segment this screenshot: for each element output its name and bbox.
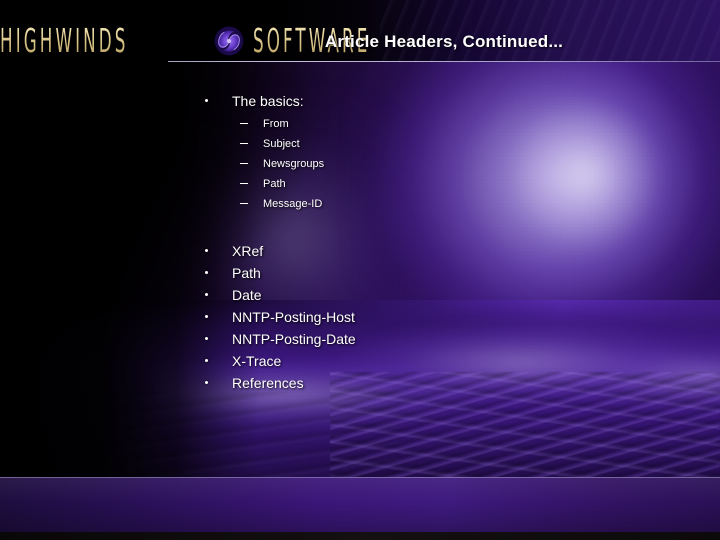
bullet-dot-icon bbox=[205, 359, 208, 362]
bullet-item-path: Path bbox=[0, 262, 720, 284]
bullet-dash-icon bbox=[240, 123, 248, 124]
bullet-label: Path bbox=[232, 265, 261, 281]
bullet-label: X-Trace bbox=[232, 353, 282, 369]
page-title: Article Headers, Continued... bbox=[324, 32, 564, 51]
sub-bullet-item-newsgroups: Newsgroups bbox=[0, 154, 720, 174]
bullet-dash-icon bbox=[240, 203, 248, 204]
bullet-group-spacer bbox=[0, 214, 720, 240]
sub-bullet-item-subject: Subject bbox=[0, 134, 720, 154]
bullet-dot-icon bbox=[205, 381, 208, 384]
bullet-dot-icon bbox=[205, 249, 208, 252]
bullet-item-date: Date bbox=[0, 284, 720, 306]
sub-bullet-label: Path bbox=[263, 178, 286, 190]
bullet-dash-icon bbox=[240, 183, 248, 184]
bullet-item-nntp-posting-date: NNTP-Posting-Date bbox=[0, 328, 720, 350]
bullet-dot-icon bbox=[205, 315, 208, 318]
sub-bullet-label: Message-ID bbox=[263, 198, 323, 210]
bullet-dot-icon bbox=[205, 99, 208, 102]
presentation-slide: HIGHWINDS SOFTWARE Article Headers, Cont… bbox=[0, 0, 720, 540]
sub-bullet-label: From bbox=[263, 118, 289, 130]
bullet-label: Date bbox=[232, 287, 262, 303]
slide-footer-band bbox=[0, 477, 720, 533]
header-divider-rule bbox=[168, 61, 720, 62]
bullet-item-nntp-posting-host: NNTP-Posting-Host bbox=[0, 306, 720, 328]
bullet-dash-icon bbox=[240, 143, 248, 144]
sub-bullet-item-message-id: Message-ID bbox=[0, 194, 720, 214]
bullet-list-sub: From Subject Newsgroups Path Message-ID bbox=[0, 114, 720, 214]
bullet-list-primary: The basics: bbox=[0, 90, 720, 112]
sub-bullet-label: Subject bbox=[263, 138, 300, 150]
bullet-label: NNTP-Posting-Host bbox=[232, 309, 355, 325]
footer-band-sheen bbox=[0, 478, 720, 533]
bullet-item-x-trace: X-Trace bbox=[0, 350, 720, 372]
sub-bullet-item-from: From bbox=[0, 114, 720, 134]
bullet-dash-icon bbox=[240, 163, 248, 164]
bullet-dot-icon bbox=[205, 293, 208, 296]
bullet-dot-icon bbox=[205, 337, 208, 340]
bullet-item-references: References bbox=[0, 372, 720, 394]
slide-body: The basics: From Subject Newsgroups Path bbox=[0, 90, 720, 420]
sub-bullet-label: Newsgroups bbox=[263, 158, 325, 170]
bullet-item-the-basics: The basics: bbox=[0, 90, 720, 112]
bullet-label: XRef bbox=[232, 243, 264, 259]
bullet-item-xref: XRef bbox=[0, 240, 720, 262]
sub-bullet-item-path: Path bbox=[0, 174, 720, 194]
bullet-dot-icon bbox=[205, 271, 208, 274]
slide-bottom-strip bbox=[0, 532, 720, 540]
bullet-label: References bbox=[232, 375, 304, 391]
bullet-label: The basics: bbox=[232, 93, 304, 109]
bullet-label: NNTP-Posting-Date bbox=[232, 331, 356, 347]
bullet-list-headers: XRef Path Date NNTP-Posting-Host NNTP-Po… bbox=[0, 240, 720, 394]
brand-word-highwinds: HIGHWINDS bbox=[0, 22, 129, 60]
